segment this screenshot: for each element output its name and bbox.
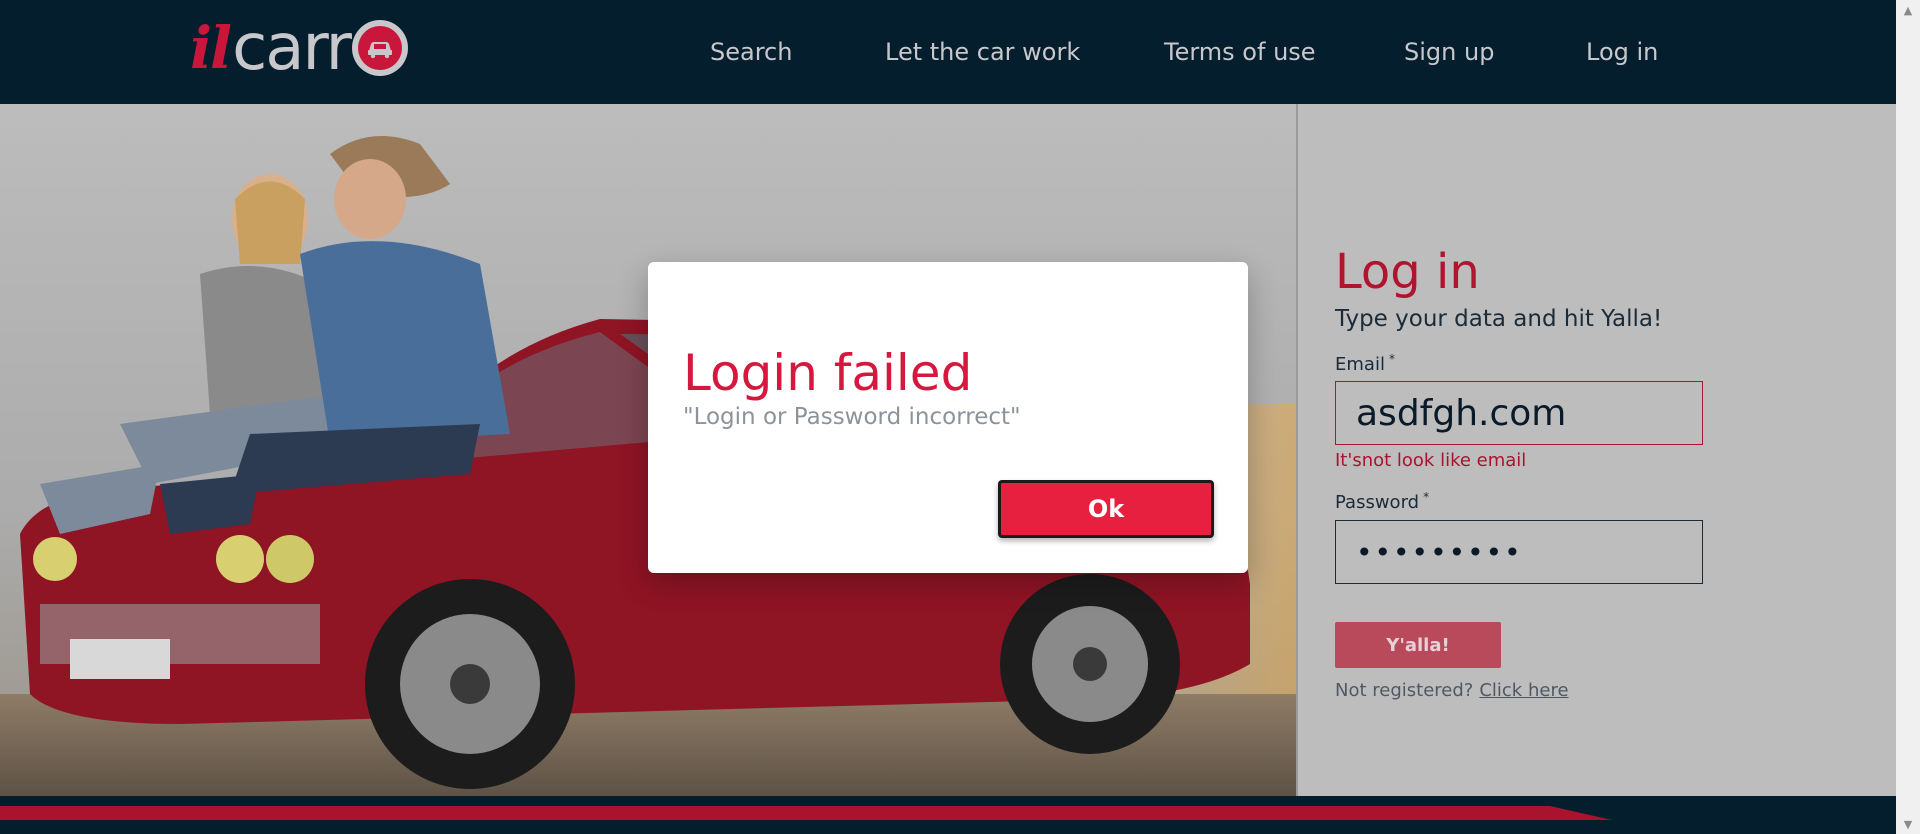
password-label-text: Password [1335, 492, 1420, 513]
email-error-message: It'snot look like email [1335, 450, 1527, 471]
login-title: Log in [1335, 244, 1480, 300]
email-field[interactable]: asdfgh.com [1335, 381, 1703, 445]
ilcarro-logo[interactable]: il carr [190, 11, 408, 85]
yalla-submit-button[interactable]: Y'alla! [1335, 622, 1501, 668]
email-label-text: Email [1335, 354, 1385, 375]
nav-sign-up[interactable]: Sign up [1404, 38, 1494, 66]
logo-carr-text: carr [232, 11, 352, 85]
ok-button[interactable]: Ok [998, 480, 1214, 538]
scroll-down-icon[interactable]: ▼ [1896, 814, 1920, 834]
not-registered-label: Not registered? [1335, 680, 1474, 701]
nav-let-the-car-work[interactable]: Let the car work [885, 38, 1080, 66]
footer-red-stripe [0, 806, 1612, 820]
nav-search[interactable]: Search [710, 38, 792, 66]
register-link[interactable]: Click here [1479, 680, 1568, 701]
logo-il-text: il [190, 14, 232, 82]
nav-terms-of-use[interactable]: Terms of use [1164, 38, 1316, 66]
password-field-value: ••••••••• [1356, 535, 1523, 569]
page-scrollbar[interactable]: ▲ ▼ [1896, 0, 1920, 834]
not-registered-text: Not registered? Click here [1335, 680, 1569, 701]
password-field[interactable]: ••••••••• [1335, 520, 1703, 584]
login-subtitle: Type your data and hit Yalla! [1335, 306, 1663, 332]
dialog-message: "Login or Password incorrect" [683, 404, 1021, 430]
email-required-mark: * [1388, 352, 1395, 366]
login-failed-dialog: Login failed "Login or Password incorrec… [648, 262, 1248, 573]
logo-car-icon [351, 20, 408, 76]
scroll-up-icon[interactable]: ▲ [1896, 0, 1920, 20]
email-field-value: asdfgh.com [1356, 392, 1567, 434]
password-required-mark: * [1423, 490, 1430, 504]
dialog-title: Login failed [683, 344, 973, 402]
top-header: il carr Search Let the car work Terms of… [0, 0, 1896, 104]
email-label: Email * [1335, 352, 1395, 375]
nav-log-in[interactable]: Log in [1586, 38, 1658, 66]
password-label: Password * [1335, 490, 1429, 513]
